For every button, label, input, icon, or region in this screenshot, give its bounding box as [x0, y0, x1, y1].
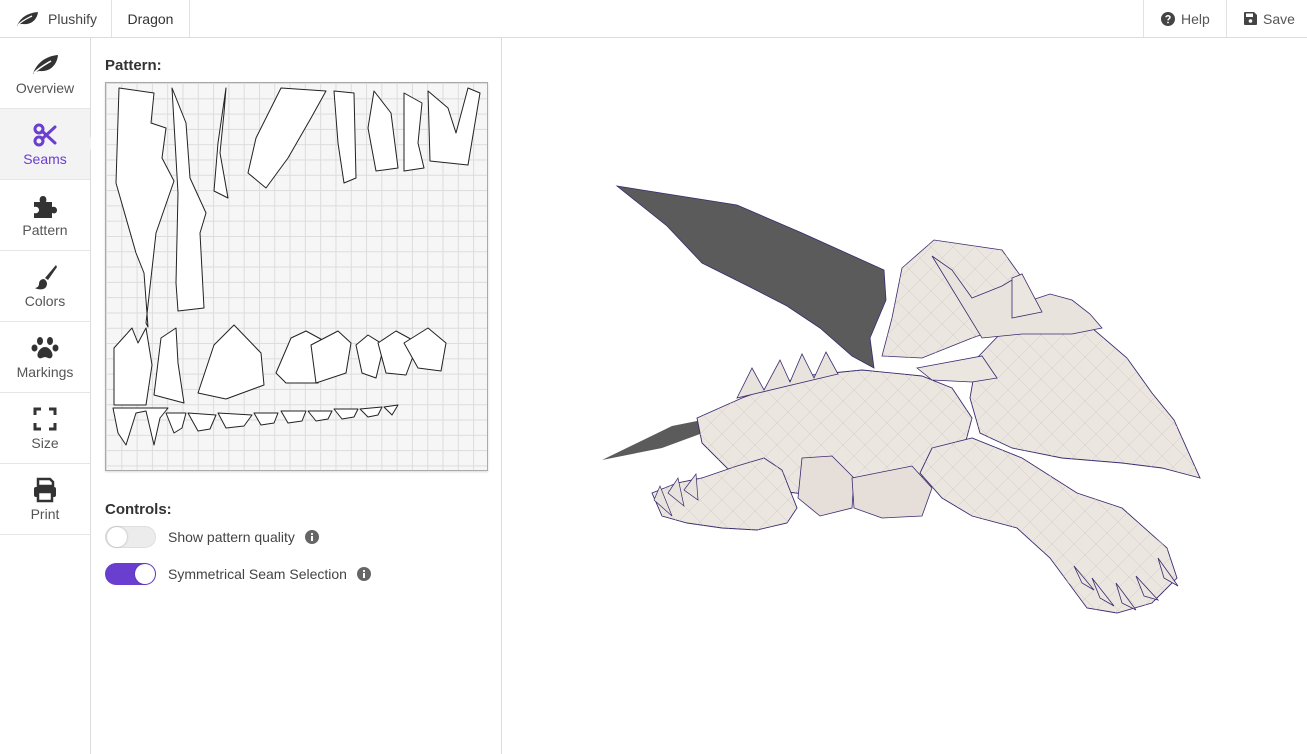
- toggle-knob: [135, 564, 155, 584]
- help-button[interactable]: Help: [1143, 0, 1226, 37]
- sidebar-item-size[interactable]: Size: [0, 393, 90, 464]
- sidebar-item-seams[interactable]: Seams: [0, 109, 90, 180]
- sidebar-item-overview[interactable]: Overview: [0, 38, 90, 109]
- sidebar-item-label: Overview: [15, 79, 75, 96]
- paintbrush-icon: [32, 264, 58, 290]
- sidebar-item-label: Colors: [24, 292, 66, 309]
- info-icon[interactable]: [304, 530, 319, 544]
- sidebar-item-pattern[interactable]: Pattern: [0, 180, 90, 251]
- leaf-icon: [31, 51, 59, 77]
- controls-heading: Controls:: [105, 501, 172, 518]
- symmetrical-seam-selection-toggle[interactable]: [105, 563, 156, 585]
- brand-home-link[interactable]: Plushify: [0, 0, 112, 37]
- sidebar-item-label: Markings: [16, 363, 74, 380]
- paw-icon: [31, 335, 59, 361]
- pattern-heading: Pattern:: [105, 57, 162, 74]
- dragon-3d-model: [602, 185, 1201, 614]
- sidebar-item-label: Size: [31, 434, 59, 451]
- info-icon[interactable]: [356, 567, 371, 581]
- expand-icon: [33, 406, 57, 432]
- sidebar-item-label: Pattern: [22, 221, 68, 238]
- leaf-icon: [15, 10, 48, 27]
- save-label: Save: [1263, 10, 1295, 27]
- sidebar-item-colors[interactable]: Colors: [0, 251, 90, 322]
- help-label: Help: [1181, 10, 1210, 27]
- scissors-icon: [33, 122, 57, 148]
- symmetrical-seam-selection-row: Symmetrical Seam Selection: [105, 563, 371, 585]
- sidebar-item-label: Seams: [23, 150, 67, 167]
- floppy-disk-icon: [1244, 12, 1263, 25]
- sidebar-item-markings[interactable]: Markings: [0, 322, 90, 393]
- pattern-pieces: [112, 87, 481, 446]
- document-title: Dragon: [112, 0, 190, 37]
- save-button[interactable]: Save: [1226, 0, 1307, 37]
- sidebar-nav: Overview Seams Pattern Colors Markings S…: [0, 38, 91, 754]
- puzzle-icon: [31, 193, 59, 219]
- show-pattern-quality-label: Show pattern quality: [168, 529, 295, 545]
- printer-icon: [32, 477, 58, 503]
- show-pattern-quality-toggle[interactable]: [105, 526, 156, 548]
- sidebar-item-print[interactable]: Print: [0, 464, 90, 535]
- seams-panel: Pattern: Controls: Show pattern quality …: [91, 38, 502, 754]
- symmetrical-seam-selection-label: Symmetrical Seam Selection: [168, 566, 347, 582]
- sidebar-item-label: Print: [30, 505, 60, 522]
- pattern-preview[interactable]: [105, 82, 488, 471]
- model-viewport[interactable]: [502, 38, 1307, 754]
- question-circle-icon: [1161, 11, 1181, 26]
- show-pattern-quality-row: Show pattern quality: [105, 526, 319, 548]
- brand-name: Plushify: [48, 10, 98, 27]
- toggle-knob: [107, 527, 127, 547]
- top-bar: Plushify Dragon Help Save: [0, 0, 1307, 38]
